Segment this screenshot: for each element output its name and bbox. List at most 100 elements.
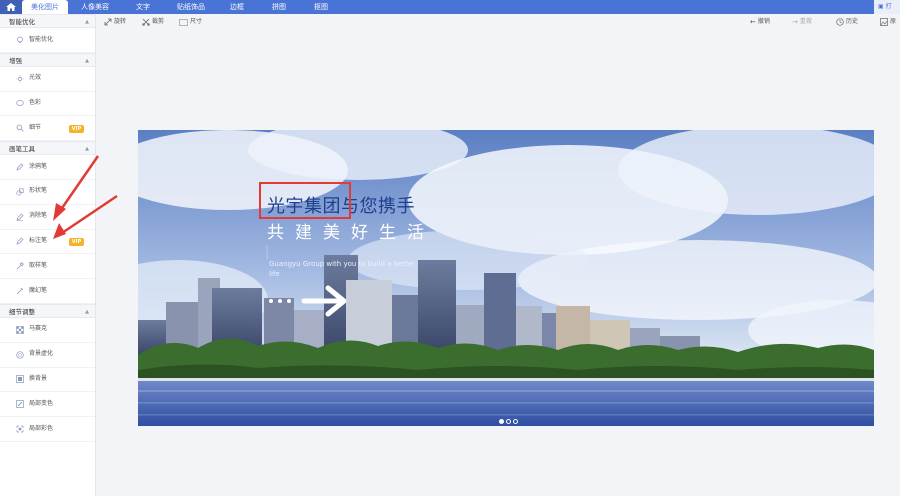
rotate-button[interactable]: 旋转 xyxy=(104,17,126,27)
home-icon xyxy=(6,3,16,11)
item-label: 色彩 xyxy=(29,99,42,107)
mosaic-icon xyxy=(16,326,24,334)
size-button[interactable]: 尺寸 xyxy=(179,17,202,27)
chevron-up-icon: ▲ xyxy=(85,19,89,25)
crop-label: 裁剪 xyxy=(152,18,165,25)
chevron-up-icon: ▲ xyxy=(85,146,89,153)
sidebar-item-eraser[interactable]: 消除笔 xyxy=(0,205,95,230)
item-label: 局部变色 xyxy=(29,399,54,407)
sidebar-item-change-bg[interactable]: 换背景 xyxy=(0,368,95,393)
color-icon xyxy=(16,100,24,107)
item-label: 消除笔 xyxy=(29,212,48,220)
tab-bar: 美化图片 人像美容 文字 贴纸饰品 边框 拼图 抠图 xyxy=(22,0,344,14)
history-label: 历史 xyxy=(846,18,859,25)
section-detail-adjust[interactable]: 细节调整 ▲ xyxy=(0,303,95,318)
chevron-up-icon: ▲ xyxy=(85,308,89,315)
tab-portrait[interactable]: 人像美容 xyxy=(72,0,118,14)
home-button[interactable] xyxy=(0,0,22,14)
sidebar-item-mark[interactable]: 标注笔 VIP xyxy=(0,230,95,255)
eraser-icon xyxy=(16,213,24,221)
rotate-label: 旋转 xyxy=(114,18,127,25)
sidebar-item-light[interactable]: 光效 xyxy=(0,67,95,92)
banner-subtext: Guangyu Group with you to build a better… xyxy=(269,260,416,278)
carousel-dots xyxy=(499,419,518,424)
item-label: 换背景 xyxy=(29,375,48,383)
sidebar-item-magic[interactable]: 魔幻笔 xyxy=(0,279,95,304)
recolor-icon xyxy=(16,400,24,409)
rotate-icon xyxy=(104,18,112,26)
crop-button[interactable]: 裁剪 xyxy=(142,17,164,27)
sample-icon xyxy=(16,262,24,270)
sidebar-item-shape[interactable]: 形状笔 xyxy=(0,180,95,205)
item-label: 智能优化 xyxy=(29,35,54,43)
item-label: 标注笔 xyxy=(29,237,48,245)
arrow-right-icon: → xyxy=(792,18,798,26)
section-enhance[interactable]: 增强 ▲ xyxy=(0,52,95,67)
item-label: 取样笔 xyxy=(29,261,48,269)
sidebar-item-mosaic[interactable]: 马赛克 xyxy=(0,318,95,343)
redo-button[interactable]: → 重做 xyxy=(792,17,812,27)
tab-stickers[interactable]: 贴纸饰品 xyxy=(168,0,214,14)
tab-collage[interactable]: 拼图 xyxy=(260,0,298,14)
highlight-box xyxy=(259,182,351,219)
carousel-dot-3[interactable] xyxy=(513,419,518,424)
original-button[interactable]: 原 xyxy=(880,17,896,27)
tab-border[interactable]: 边框 xyxy=(218,0,256,14)
image-icon: ▣ xyxy=(878,3,884,10)
size-label: 尺寸 xyxy=(190,18,203,25)
magic-icon xyxy=(16,287,24,295)
sidebar-item-smart-optimize[interactable]: 智能优化 xyxy=(0,28,95,53)
tab-beautify[interactable]: 美化图片 xyxy=(22,0,68,14)
vip-badge: VIP xyxy=(69,238,84,247)
size-icon xyxy=(179,18,188,26)
carousel-dot-1[interactable] xyxy=(499,419,504,424)
item-label: 光效 xyxy=(29,74,42,82)
banner-slogan: 共建美好生活 xyxy=(267,223,435,243)
clock-icon xyxy=(836,18,844,26)
item-label: 形状笔 xyxy=(29,187,48,195)
city-skyline-photo xyxy=(138,130,874,426)
undo-label: 撤销 xyxy=(757,18,770,25)
section-brush-tools[interactable]: 画笔工具 ▲ xyxy=(0,141,95,156)
arrow-left-icon: ← xyxy=(750,18,756,26)
sidebar-item-detail[interactable]: 细节 VIP xyxy=(0,116,95,142)
section-smart-optimize[interactable]: 智能优化 ▲ xyxy=(0,14,95,28)
bg-icon xyxy=(16,375,24,384)
tab-text[interactable]: 文字 xyxy=(122,0,164,14)
top-nav: 美化图片 人像美容 文字 贴纸饰品 边框 拼图 抠图 ▣ 打 xyxy=(0,0,900,14)
item-label: 背景虚化 xyxy=(29,350,54,358)
toolbar: 旋转 裁剪 尺寸 ← 撤销 → 重做 历史 原 xyxy=(98,14,900,30)
mark-icon xyxy=(16,237,24,245)
item-label: 涂鸦笔 xyxy=(29,162,48,170)
vip-badge: VIP xyxy=(69,124,84,133)
sidebar-item-recolor[interactable]: 局部变色 xyxy=(0,392,95,418)
banner-image[interactable]: 光宇集团与您携手 共建美好生活 Guangyu Group with you t… xyxy=(138,130,874,426)
open-label: 打 xyxy=(885,3,892,10)
item-label: 马赛克 xyxy=(29,325,48,333)
sidebar-item-color[interactable]: 色彩 xyxy=(0,92,95,117)
crop-icon xyxy=(142,18,150,26)
carousel-dot-2[interactable] xyxy=(506,419,511,424)
section-title: 智能优化 xyxy=(9,18,35,26)
original-label: 原 xyxy=(890,18,897,25)
sidebar-item-bg-blur[interactable]: 背景虚化 xyxy=(0,343,95,368)
undo-button[interactable]: ← 撤销 xyxy=(750,17,770,27)
picture-icon xyxy=(880,18,888,26)
tab-cutout[interactable]: 抠图 xyxy=(302,0,340,14)
shape-icon xyxy=(16,188,24,196)
sidebar-item-doodle[interactable]: 涂鸦笔 xyxy=(0,155,95,180)
item-label: 魔幻笔 xyxy=(29,286,48,294)
blur-icon xyxy=(16,351,24,359)
redo-label: 重做 xyxy=(799,18,812,25)
doodle-icon xyxy=(16,163,24,171)
detail-icon xyxy=(16,124,24,132)
item-label: 局部彩色 xyxy=(29,424,54,432)
open-button[interactable]: ▣ 打 xyxy=(874,0,900,14)
sidebar-item-partial-color[interactable]: 局部彩色 xyxy=(0,417,95,442)
smart-icon xyxy=(17,36,23,43)
history-button[interactable]: 历史 xyxy=(836,17,858,27)
sidebar-item-sample[interactable]: 取样笔 xyxy=(0,254,95,280)
item-label: 细节 xyxy=(29,123,42,131)
section-title: 画笔工具 xyxy=(9,145,35,154)
chevron-up-icon: ▲ xyxy=(85,57,89,64)
